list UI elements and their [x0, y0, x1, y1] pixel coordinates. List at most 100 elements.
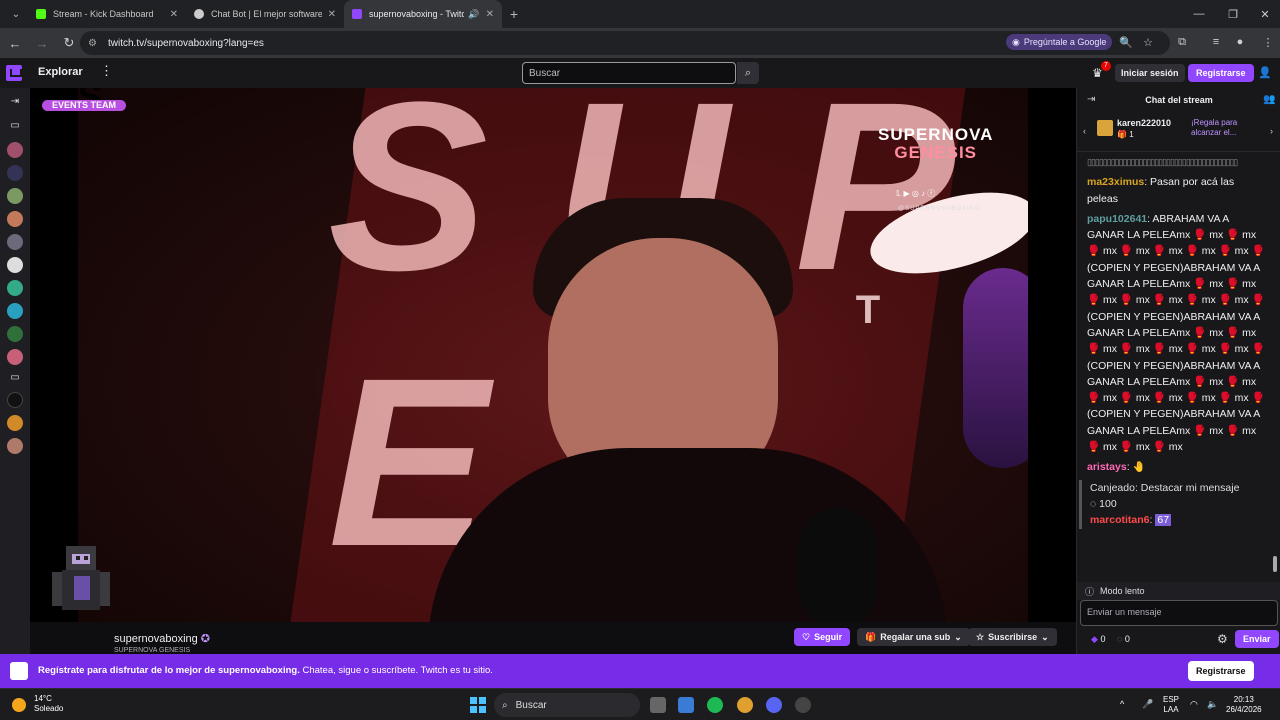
discord-icon[interactable]	[766, 697, 782, 713]
profile-avatar-icon[interactable]: ●	[1232, 34, 1248, 50]
app-icon[interactable]	[795, 697, 811, 713]
promo-signup-button[interactable]: Registrarse	[1188, 661, 1254, 681]
more-dots-icon[interactable]: ⋮	[100, 63, 113, 79]
minimize-button[interactable]: —	[1182, 0, 1216, 28]
gift-count: 🎁 1	[1117, 130, 1134, 139]
close-tab-icon[interactable]: ✕	[486, 9, 494, 20]
bookmark-star-icon[interactable]: ☆	[1140, 34, 1156, 50]
clock[interactable]: 20:13 26/4/2026	[1226, 695, 1262, 715]
chatbot-favicon-icon	[194, 9, 204, 19]
channel-points-icon: ◌	[1117, 634, 1123, 644]
channel-avatar[interactable]	[7, 438, 23, 454]
task-view-icon[interactable]	[650, 697, 666, 713]
follow-button[interactable]: ♡ Seguir	[794, 628, 851, 646]
taskbar-search[interactable]: ⌕ Buscar	[494, 693, 640, 717]
channel-avatar[interactable]	[7, 188, 23, 204]
send-button[interactable]: Enviar	[1235, 630, 1279, 648]
tab-kick-dashboard[interactable]: Stream - Kick Dashboard ✕	[28, 0, 186, 28]
new-tab-button[interactable]: +	[502, 6, 526, 22]
community-icon[interactable]: 👥	[1263, 94, 1275, 105]
prime-crown-icon[interactable]: ♛ 7	[1092, 61, 1111, 80]
channel-name[interactable]: supernovaboxing ✪	[114, 632, 210, 645]
wifi-icon[interactable]: ◠	[1190, 699, 1198, 709]
speaker-icon[interactable]: 🔊	[468, 9, 479, 20]
expand-sidebar-icon[interactable]: ⇥	[8, 96, 22, 110]
bits-balance[interactable]: ◆ 0	[1091, 634, 1105, 645]
sun-icon[interactable]	[12, 698, 26, 712]
video-camera-icon: ▭	[10, 120, 20, 131]
chat-username[interactable]: ma23ximus	[1087, 176, 1144, 188]
bits-icon: ◆	[1091, 634, 1098, 644]
chat-input[interactable]: Enviar un mensaje	[1080, 600, 1278, 626]
channel-avatar[interactable]	[7, 415, 23, 431]
nav-explore[interactable]: Explorar	[38, 66, 83, 78]
microphone-icon[interactable]: 🎤	[1142, 699, 1153, 709]
tab-chat-bot[interactable]: Chat Bot | El mejor software para ✕	[186, 0, 344, 28]
subscribe-button[interactable]: ☆ Suscribirse ⌄	[968, 628, 1057, 646]
extensions-icon[interactable]: ⧉	[1174, 34, 1190, 50]
search-icon: ⌕	[502, 699, 508, 711]
chat-message-list: ▯▯▯▯▯▯▯▯▯▯▯▯▯▯▯▯▯▯▯▯▯▯▯▯▯▯▯▯▯▯▯▯▯▯▯▯▯▯ m…	[1077, 154, 1273, 580]
collapse-chat-icon[interactable]: ⇥	[1087, 94, 1095, 105]
back-button[interactable]: ←	[3, 31, 27, 55]
redeem-points: 100	[1099, 497, 1117, 510]
restore-button[interactable]: ❐	[1216, 0, 1250, 28]
spotify-icon[interactable]	[707, 697, 723, 713]
close-window-button[interactable]: ✕	[1248, 0, 1280, 28]
google-lens-icon: ◉	[1012, 36, 1020, 47]
windows-start-icon[interactable]	[470, 697, 486, 713]
windows-taskbar: 14°C Soleado ⌕ Buscar ^ 🎤 ESP LAA ◠ 🔈 20:13…	[0, 688, 1280, 720]
site-info-icon[interactable]: ⚙	[88, 38, 100, 49]
channel-avatar[interactable]	[7, 392, 23, 408]
tab-search-icon[interactable]: ≡	[1208, 34, 1224, 50]
chat-username[interactable]: aristays	[1087, 461, 1127, 473]
chevron-up-icon[interactable]: ^	[1120, 699, 1124, 709]
video-camera-icon: ▭	[10, 372, 20, 383]
language-indicator[interactable]: ESP LAA	[1163, 695, 1179, 715]
gear-icon[interactable]: ⚙	[1217, 632, 1228, 646]
video-player[interactable]: S U P E R S T R SUPERNOVA GENESIS 𝕃 ▶ ◎ …	[30, 88, 1076, 622]
chevron-right-icon[interactable]: ›	[1270, 126, 1273, 136]
close-tab-icon[interactable]: ✕	[328, 9, 336, 20]
time: 20:13	[1233, 695, 1254, 704]
kick-favicon-icon	[36, 9, 46, 19]
channel-avatar[interactable]	[7, 326, 23, 342]
chevron-left-icon[interactable]: ‹	[1083, 126, 1086, 136]
more-menu-icon[interactable]: ⋮	[1260, 34, 1276, 50]
channel-avatar[interactable]	[7, 303, 23, 319]
channel-avatar[interactable]	[7, 257, 23, 273]
brand-line2: GENESIS	[894, 143, 978, 162]
channel-avatar[interactable]	[7, 142, 23, 158]
channel-avatar[interactable]	[7, 234, 23, 250]
channel-avatar[interactable]	[7, 165, 23, 181]
search-icon[interactable]: ⌕	[737, 62, 759, 84]
gift-cta[interactable]: ¡Regala para alcanzar el...	[1191, 118, 1263, 138]
user-menu-icon[interactable]: 👤	[1258, 66, 1272, 79]
tab-twitch[interactable]: supernovaboxing - Twitch 🔊 ✕	[344, 0, 502, 28]
gift-user[interactable]: karen222010	[1117, 118, 1171, 128]
chat-scrollbar[interactable]	[1273, 556, 1277, 572]
store-icon[interactable]	[678, 697, 694, 713]
reload-button[interactable]: ↻	[57, 31, 81, 55]
gift-sub-button[interactable]: 🎁 Regalar una sub ⌄	[857, 628, 970, 646]
login-button[interactable]: Iniciar sesión	[1115, 64, 1185, 82]
volume-icon[interactable]: 🔈	[1207, 699, 1218, 709]
channel-avatar[interactable]	[7, 211, 23, 227]
bits-value: 0	[1100, 634, 1106, 644]
points-balance[interactable]: ◌ 0	[1117, 634, 1130, 644]
ask-google-button[interactable]: ◉ Pregúntale a Google	[1006, 34, 1113, 50]
gift-leaderboard: ‹ karen222010 🎁 1 ¡Regala para alcanzar …	[1077, 112, 1280, 152]
channel-avatar[interactable]	[7, 280, 23, 296]
chat-username[interactable]: marcotitan6	[1090, 514, 1150, 526]
channel-avatar[interactable]	[7, 349, 23, 365]
chat-username[interactable]: papu102641	[1087, 213, 1147, 225]
search-input[interactable]: Buscar	[522, 62, 736, 84]
twitch-logo-icon[interactable]	[6, 65, 22, 81]
tab-search-button[interactable]: ⌄	[4, 4, 28, 24]
chrome-icon[interactable]	[737, 697, 753, 713]
forward-button[interactable]: →	[30, 31, 54, 55]
zoom-icon[interactable]: 🔍	[1118, 34, 1134, 50]
weather-widget[interactable]: 14°C Soleado	[34, 694, 63, 714]
signup-button[interactable]: Registrarse	[1188, 64, 1254, 82]
close-tab-icon[interactable]: ✕	[170, 9, 178, 20]
